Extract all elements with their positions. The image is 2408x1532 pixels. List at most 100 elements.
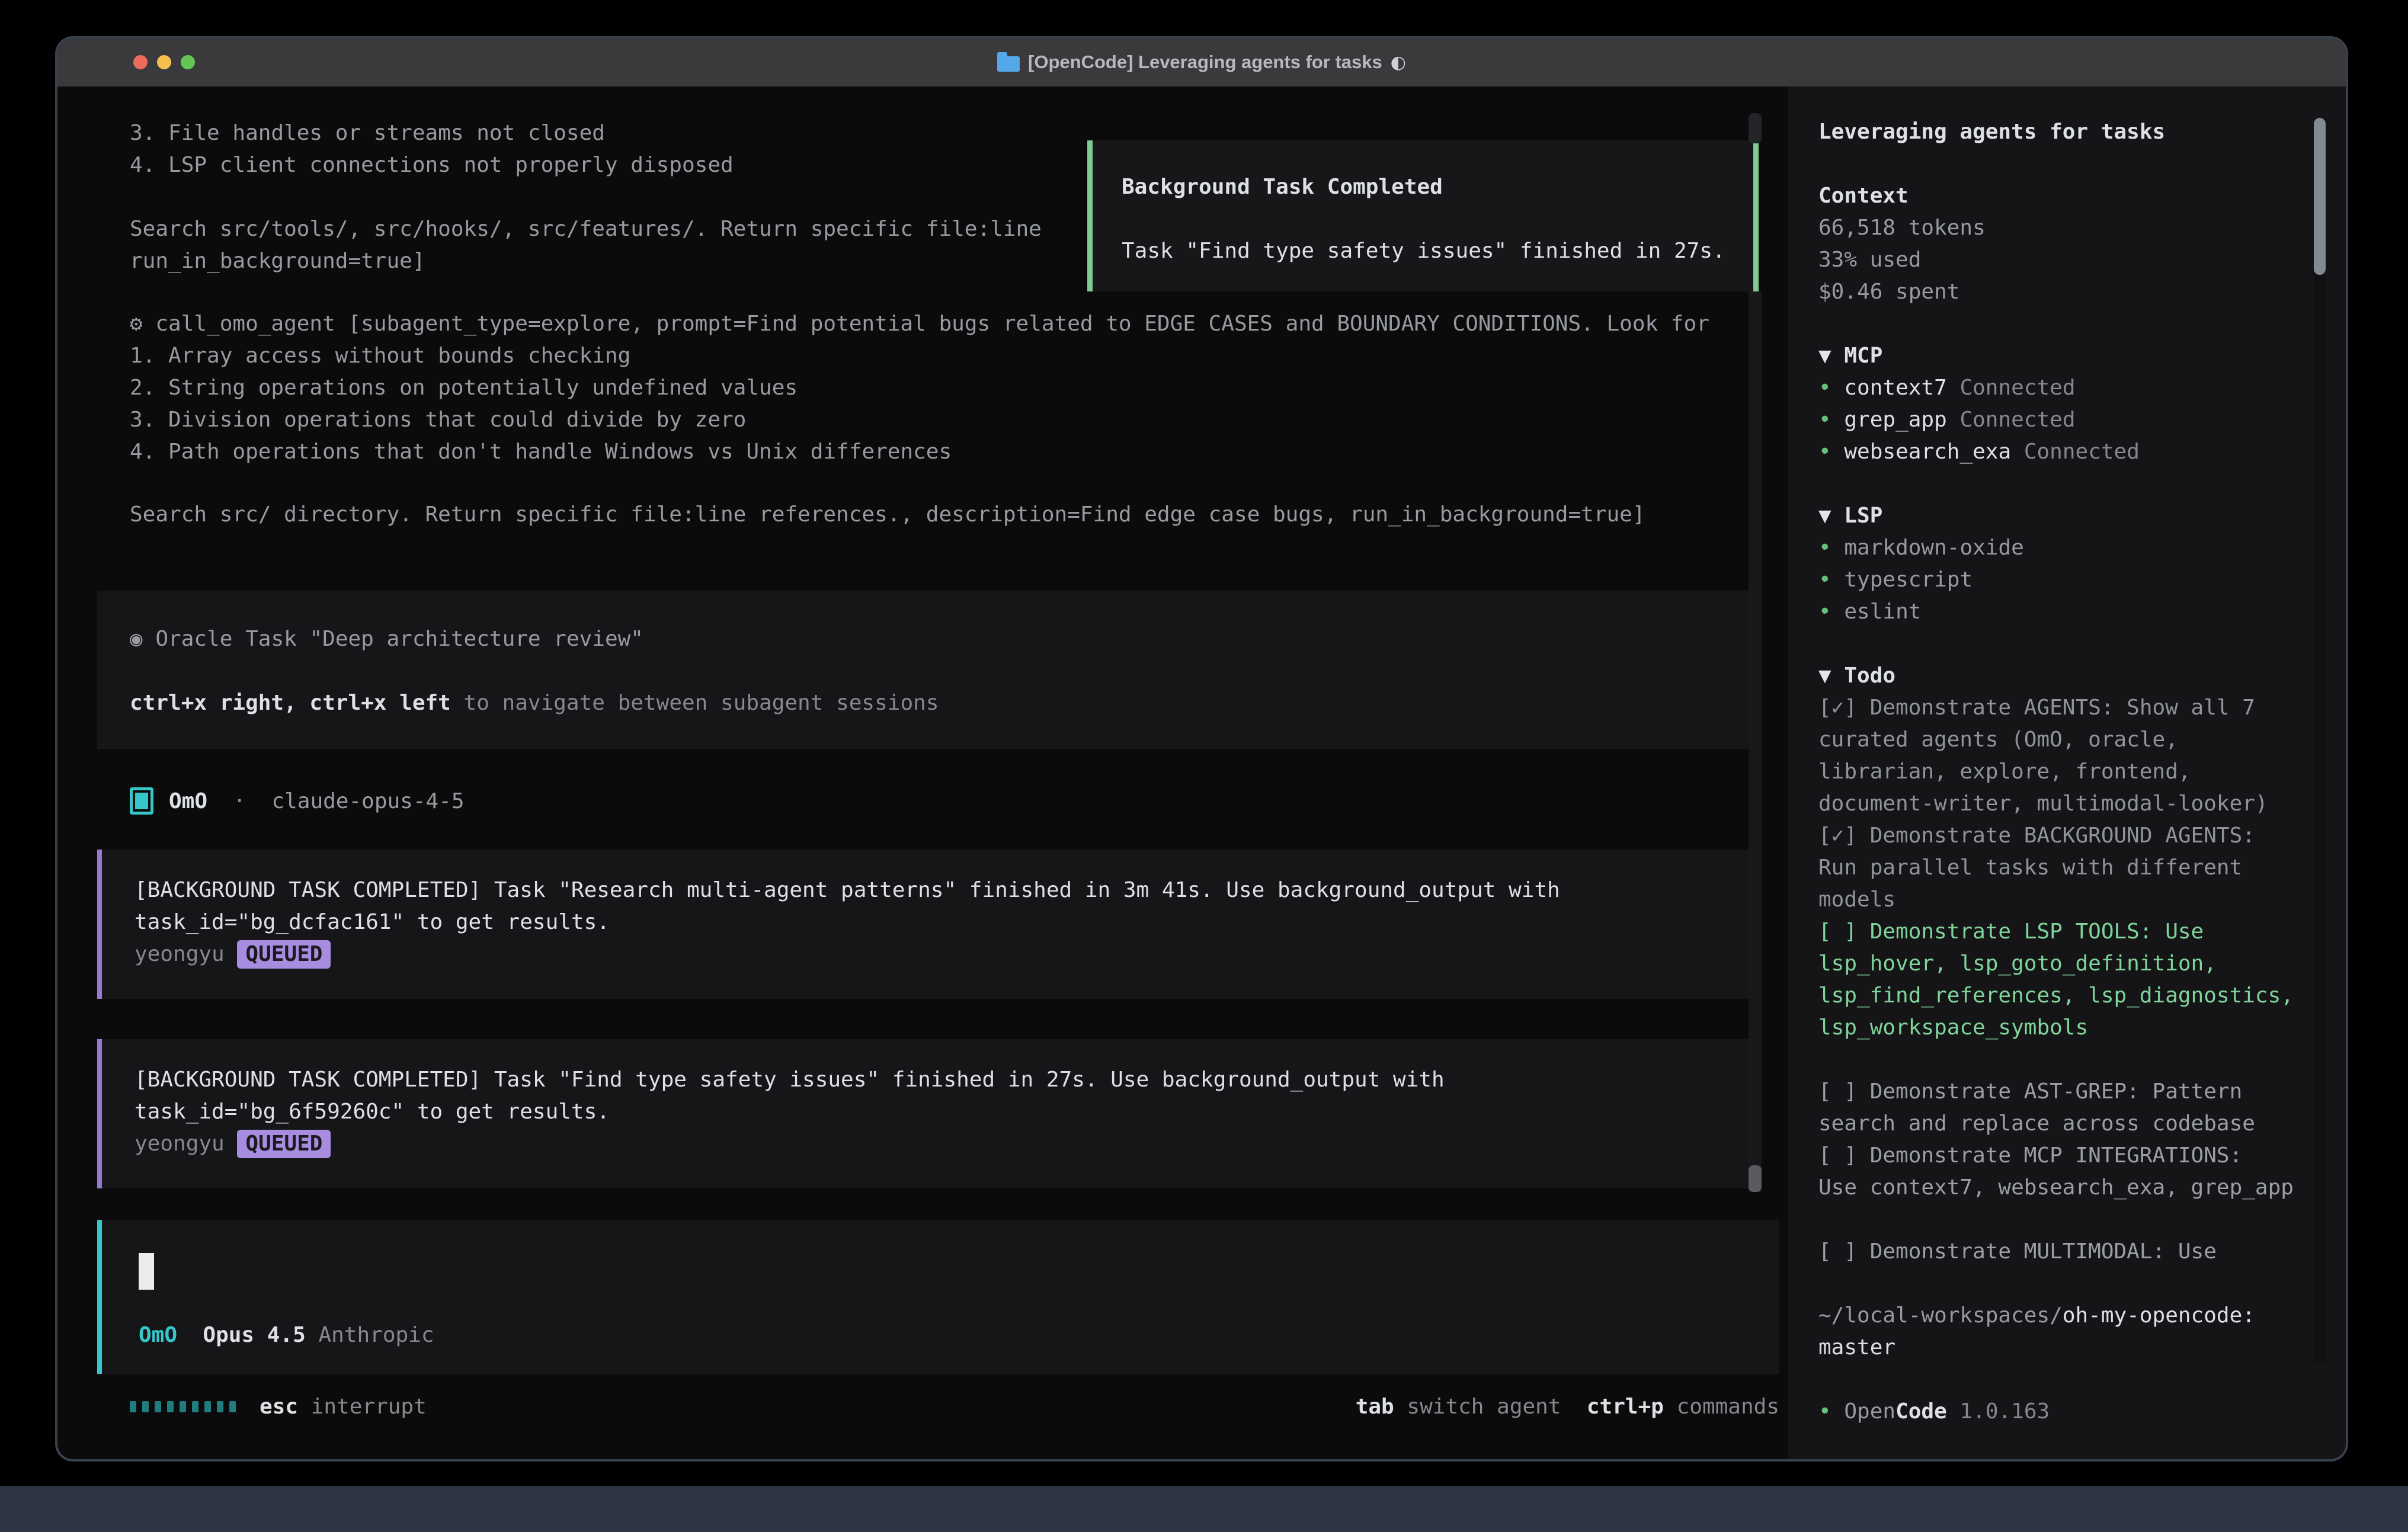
mcp-item: • websearch_exa Connected xyxy=(1818,436,2346,468)
toast-title: Background Task Completed xyxy=(1122,171,1753,203)
workspace-path: ~/local-workspaces/oh-my-opencode: maste… xyxy=(1818,1300,2298,1364)
spinner-dot xyxy=(167,1401,174,1412)
oracle-hint-line: ctrl+x right, ctrl+x left to navigate be… xyxy=(130,687,1751,719)
spinner-dot xyxy=(180,1401,186,1412)
terminal-line: 1. Array access without bounds checking xyxy=(130,340,1709,372)
terminal-window: [OpenCode] Leveraging agents for tasks ◐… xyxy=(57,39,2346,1459)
message-line: [BACKGROUND TASK COMPLETED] Task "Find t… xyxy=(135,1064,1751,1096)
window-title: [OpenCode] Leveraging agents for tasks xyxy=(1028,52,1382,73)
lsp-item: • markdown-oxide xyxy=(1818,532,2346,564)
spinner-dot xyxy=(192,1401,198,1412)
status-badge: QUEUED xyxy=(237,1130,331,1158)
message-footer: yeongyu QUEUED xyxy=(135,1128,1751,1160)
chevron-down-icon: ▼ xyxy=(1818,504,1831,528)
lsp-item: • eslint xyxy=(1818,596,2346,628)
folder-icon xyxy=(997,56,1020,72)
keybinding: ctrl+x right, ctrl+x left xyxy=(130,691,451,715)
active-model[interactable]: Opus 4.5 xyxy=(203,1319,305,1351)
zoom-button[interactable] xyxy=(181,55,195,69)
mcp-section-header[interactable]: ▼ MCP xyxy=(1818,340,2346,372)
separator-dot xyxy=(207,789,233,813)
agent-output-paragraph: Search src/ directory. Return specific f… xyxy=(130,499,1645,531)
esc-key[interactable]: esc xyxy=(260,1395,298,1419)
spinner-dot xyxy=(155,1401,161,1412)
desktop: [OpenCode] Leveraging agents for tasks ◐… xyxy=(0,0,2408,1532)
text-cursor xyxy=(139,1253,154,1290)
spinner-dot xyxy=(130,1401,136,1412)
context-stats: 66,518 tokens33% used$0.46 spent xyxy=(1818,212,2346,308)
titlebar[interactable]: [OpenCode] Leveraging agents for tasks ◐ xyxy=(57,39,2346,87)
terminal-line: Search src/ directory. Return specific f… xyxy=(130,499,1645,531)
terminal-line: Search src/tools/, src/hooks/, src/featu… xyxy=(130,213,1042,245)
todo-item: [ ] Demonstrate LSP TOOLS: Use lsp_hover… xyxy=(1818,916,2298,1044)
scrollbar-thumb[interactable] xyxy=(1749,113,1762,143)
status-bar: esc interrupt tab switch agent ctrl+p co… xyxy=(130,1390,1779,1422)
minimize-button[interactable] xyxy=(157,55,171,69)
agent-output-paragraph: 3. File handles or streams not closed4. … xyxy=(130,117,1042,277)
tool-call-paragraph: ⚙ call_omo_agent [subagent_type=explore,… xyxy=(130,308,1709,468)
terminal-line: run_in_background=true] xyxy=(130,245,1042,277)
todo-item: [ ] Demonstrate AST-GREP: Pattern search… xyxy=(1818,1076,2298,1140)
sidebar-scrollbar-track[interactable] xyxy=(2314,118,2326,1362)
terminal-line: 3. Division operations that could divide… xyxy=(130,404,1709,436)
session-title: Leveraging agents for tasks xyxy=(1818,116,2346,148)
context-stat: 66,518 tokens xyxy=(1818,212,2346,244)
mcp-list: • context7 Connected• grep_app Connected… xyxy=(1818,372,2346,468)
scrollbar-thumb[interactable] xyxy=(1749,1165,1762,1192)
context-stat: 33% used xyxy=(1818,244,2346,276)
traffic-lights xyxy=(133,39,195,86)
spinner-dot xyxy=(229,1401,236,1412)
bullet-icon: • xyxy=(1818,408,1831,432)
ctrlp-label: commands xyxy=(1677,1395,1779,1419)
close-button[interactable] xyxy=(133,55,148,69)
chevron-down-icon: ▼ xyxy=(1818,664,1831,688)
prompt-input[interactable]: OmO Opus 4.5 Anthropic xyxy=(97,1220,1779,1374)
lsp-item: • typescript xyxy=(1818,564,2346,596)
scrollbar-track[interactable] xyxy=(1749,291,1762,1192)
chevron-down-icon: ▼ xyxy=(1818,344,1831,368)
version-line: • OpenCode 1.0.163 xyxy=(1818,1396,2346,1428)
spinner-dot xyxy=(204,1401,211,1412)
active-agent[interactable]: OmO xyxy=(139,1319,177,1351)
message-card[interactable]: [BACKGROUND TASK COMPLETED] Task "Find t… xyxy=(97,1039,1751,1188)
esc-label: interrupt xyxy=(311,1395,427,1419)
message-footer: yeongyu QUEUED xyxy=(135,938,1751,970)
message-line: [BACKGROUND TASK COMPLETED] Task "Resear… xyxy=(135,874,1751,906)
half-circle-icon: ◐ xyxy=(1391,52,1406,73)
tab-label: switch agent xyxy=(1407,1395,1561,1419)
agent-model-line: OmO · claude-opus-4-5 xyxy=(130,785,465,817)
mcp-item: • context7 Connected xyxy=(1818,372,2346,404)
provider-name: Anthropic xyxy=(318,1319,434,1351)
agent-name: OmO xyxy=(169,789,207,813)
todo-section-header[interactable]: ▼ Todo xyxy=(1818,660,2346,692)
author-name: yeongyu xyxy=(135,942,225,966)
todo-list: [✓] Demonstrate AGENTS: Show all 7 curat… xyxy=(1818,692,2346,1268)
lsp-section-header[interactable]: ▼ LSP xyxy=(1818,500,2346,532)
terminal-line: 4. Path operations that don't handle Win… xyxy=(130,436,1709,468)
oracle-task-line: ◉ Oracle Task "Deep architecture review" xyxy=(130,623,1751,655)
background-task-toast: Background Task Completed Task "Find typ… xyxy=(1087,140,1759,291)
bullet-icon: • xyxy=(1818,536,1831,560)
terminal-line: 4. LSP client connections not properly d… xyxy=(130,149,1042,181)
tab-key[interactable]: tab xyxy=(1356,1395,1394,1419)
todo-item: [ ] Demonstrate MULTIMODAL: Use xyxy=(1818,1236,2298,1268)
ctrlp-key[interactable]: ctrl+p xyxy=(1587,1395,1664,1419)
toast-body: Task "Find type safety issues" finished … xyxy=(1122,235,1753,267)
bullet-icon: • xyxy=(1818,1399,1831,1424)
bullet-icon: • xyxy=(1818,600,1831,624)
message-card[interactable]: [BACKGROUND TASK COMPLETED] Task "Resear… xyxy=(97,850,1751,999)
bullet-icon: • xyxy=(1818,440,1831,464)
dock-strip xyxy=(0,1486,2408,1532)
lsp-list: • markdown-oxide• typescript• eslint xyxy=(1818,532,2346,628)
context-header: Context xyxy=(1818,180,2346,212)
sidebar-scrollbar-thumb[interactable] xyxy=(2314,118,2326,275)
chat-main-area: 3. File handles or streams not closed4. … xyxy=(57,87,1788,1459)
todo-item: [✓] Demonstrate AGENTS: Show all 7 curat… xyxy=(1818,692,2298,820)
oracle-task-card[interactable]: ◉ Oracle Task "Deep architecture review"… xyxy=(97,591,1751,749)
bullet-icon: • xyxy=(1818,568,1831,592)
terminal-line: 3. File handles or streams not closed xyxy=(130,117,1042,149)
terminal-line xyxy=(130,181,1042,213)
message-line: task_id="bg_dcfac161" to get results. xyxy=(135,906,1751,938)
spinner-dot xyxy=(142,1401,149,1412)
spinner-dot xyxy=(217,1401,223,1412)
